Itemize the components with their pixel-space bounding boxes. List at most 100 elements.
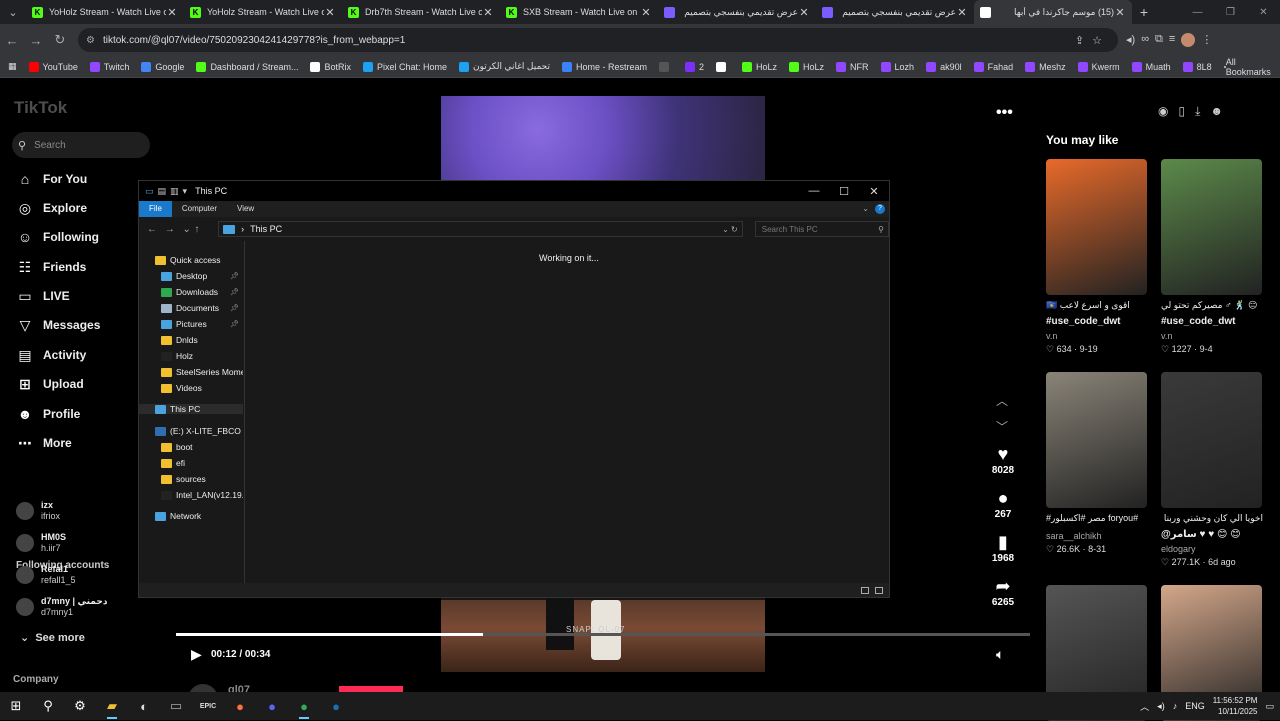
nav-item-for-you[interactable]: ⌂ For You xyxy=(16,170,87,188)
refresh-icon[interactable]: ⌄ ↻ xyxy=(722,225,742,234)
tab-close-icon[interactable]: ✕ xyxy=(956,6,968,19)
bookmark-button[interactable]: ▮ 1968 xyxy=(986,532,1020,564)
bookmark-item[interactable]: Fahad xyxy=(973,61,1013,72)
bookmark-item[interactable]: ak90l xyxy=(926,61,962,72)
help-icon[interactable]: ? xyxy=(875,204,885,214)
tab-close-icon[interactable]: ✕ xyxy=(482,6,494,19)
bookmark-item[interactable]: Kwerm xyxy=(1077,61,1120,72)
profile-icon[interactable]: ☻ xyxy=(1210,104,1223,119)
nav-pane-item[interactable]: Dnlds xyxy=(139,335,243,345)
url-bar[interactable]: ⚙ tiktok.com/@ql07/video/750209230424142… xyxy=(78,28,1118,52)
recommended-video[interactable]: اقوى و اسرع لاعب 🇽🇰 #use_code_dwt v.n ♡ 634… xyxy=(1046,159,1148,355)
bookmark-item[interactable]: Dashboard / Stream... xyxy=(196,61,298,72)
chevron-up-icon[interactable]: ︿ xyxy=(1140,700,1149,713)
settings-icon[interactable]: ⚙ xyxy=(64,692,96,720)
nav-pane-item[interactable]: efi xyxy=(139,458,243,468)
tab-close-icon[interactable]: ✕ xyxy=(324,6,336,19)
start-icon[interactable]: ⊞ xyxy=(0,692,32,720)
play-icon[interactable]: ▶ xyxy=(191,646,202,663)
details-view-icon[interactable] xyxy=(861,586,869,594)
device-icon[interactable]: ▯ xyxy=(1178,104,1185,119)
tab-close-icon[interactable]: ✕ xyxy=(798,6,810,19)
bookmark-item[interactable]: Home - Restream xyxy=(561,61,647,72)
nav-item-upload[interactable]: ⊞ Upload xyxy=(16,375,84,393)
nav-pane-item[interactable]: This PC xyxy=(139,404,243,414)
video-thumbnail[interactable] xyxy=(1046,372,1147,508)
extension-icon[interactable]: ∞ xyxy=(1141,33,1149,47)
video-thumbnail[interactable] xyxy=(1161,372,1262,508)
microphone-icon[interactable]: ♪ xyxy=(1173,701,1178,711)
bookmark-item[interactable] xyxy=(659,61,673,72)
nav-item-activity[interactable]: ▤ Activity xyxy=(16,346,86,364)
video-thumbnail[interactable] xyxy=(1161,159,1262,295)
nav-item-explore[interactable]: ◎ Explore xyxy=(16,199,87,217)
nav-item-messages[interactable]: ▽ Messages xyxy=(16,316,101,334)
explorer-path-box[interactable]: › This PC ⌄ ↻ xyxy=(218,221,743,237)
app-k-icon[interactable]: ◐ xyxy=(128,692,160,720)
recent-locations-icon[interactable]: ⌄ xyxy=(183,224,195,235)
nav-pane-item[interactable]: Documents 📌︎ xyxy=(139,303,243,313)
comment-button[interactable]: ● 267 xyxy=(986,488,1020,520)
video-thumbnail[interactable] xyxy=(1046,159,1147,295)
download-icon[interactable]: ⤓ xyxy=(1195,104,1200,119)
explorer-search-input[interactable]: Search This PC ⚲ xyxy=(754,221,889,237)
media-icon[interactable]: ◂) xyxy=(1126,33,1135,47)
profile-avatar[interactable] xyxy=(1181,33,1196,47)
app-box-icon[interactable]: ▭ xyxy=(160,692,192,720)
volume-icon[interactable]: 🔈︎ xyxy=(996,646,1004,663)
close-icon[interactable]: ✕ xyxy=(859,185,889,198)
site-info-icon[interactable]: ⚙ xyxy=(86,35,95,46)
share-button[interactable]: ➦ 6265 xyxy=(986,576,1020,608)
menu-icon[interactable]: ⋮ xyxy=(1201,33,1212,47)
bookmark-item[interactable]: 8L8 xyxy=(1182,61,1212,72)
nav-pane-item[interactable]: boot xyxy=(139,442,243,452)
nav-pane-item[interactable]: (E:) X-LITE_FBCO xyxy=(139,426,243,436)
see-more-button[interactable]: ⌄ See more xyxy=(20,631,85,644)
new-tab-button[interactable]: + xyxy=(1132,4,1156,20)
browser-tab[interactable]: عرض تقديمي بنفسجي بتصميم ✕ xyxy=(816,0,974,24)
bookmark-item[interactable]: YouTube xyxy=(28,61,78,72)
puzzle-icon[interactable]: ⧉ xyxy=(1155,33,1163,47)
bookmark-item[interactable]: Meshz xyxy=(1025,61,1066,72)
browser-tab[interactable]: K YoHolz Stream - Watch Live on Kick✕ xyxy=(184,0,342,24)
close-icon[interactable]: ✕ xyxy=(1247,7,1280,18)
large-icons-view-icon[interactable] xyxy=(875,586,883,594)
previous-video-icon[interactable]: ︿ xyxy=(996,392,1008,409)
nav-pane-item[interactable]: Desktop 📌︎ xyxy=(139,271,243,281)
speaker-icon[interactable]: ◂) xyxy=(1157,701,1165,712)
nav-pane-item[interactable]: Network xyxy=(139,511,243,521)
clock[interactable]: 11:56:52 PM 10/11/2025 xyxy=(1213,695,1258,717)
nav-item-friends[interactable]: ☷ Friends xyxy=(16,258,87,276)
recommended-video[interactable]: اخويا الي كان وحشني وربنا ... @سامر ♥ ♥ 😊… xyxy=(1161,372,1263,568)
nav-pane-item[interactable]: SteelSeries Moments xyxy=(139,367,243,377)
up-icon[interactable]: ↑ xyxy=(194,224,212,235)
search-input[interactable]: ⚲ Search xyxy=(12,132,150,158)
nav-pane-item[interactable]: Pictures 📌︎ xyxy=(139,319,243,329)
discord-icon[interactable]: ● xyxy=(256,692,288,720)
nav-item-more[interactable]: ⋯ More xyxy=(16,434,72,452)
new-folder-icon[interactable]: ▥ xyxy=(170,186,179,197)
tab-close-icon[interactable]: ✕ xyxy=(1114,6,1126,19)
all-bookmarks-button[interactable]: All Bookmarks xyxy=(1223,57,1272,77)
ribbon-tab-file[interactable]: File xyxy=(139,201,172,217)
bookmark-item[interactable]: Google xyxy=(141,61,184,72)
following-account[interactable]: izx ifriox xyxy=(16,500,60,522)
bookmark-item[interactable]: HoLz xyxy=(742,61,777,72)
video-progress-bar[interactable] xyxy=(176,633,1030,636)
properties-icon[interactable]: ▤ xyxy=(158,186,167,197)
reload-icon[interactable]: ↻ xyxy=(48,32,72,48)
like-button[interactable]: ♥ 8028 xyxy=(986,444,1020,476)
customize-icon[interactable]: ▾ xyxy=(183,186,188,197)
firefox-icon[interactable]: ● xyxy=(224,692,256,720)
tab-list-icon[interactable]: ≡ xyxy=(1169,33,1175,47)
content-pane[interactable]: Working on it... xyxy=(245,241,889,583)
url-action-icons[interactable]: ⇪☆ xyxy=(1075,34,1110,47)
steam-icon[interactable]: ● xyxy=(320,692,352,720)
bookmark-item[interactable]: NFR xyxy=(836,61,869,72)
recommended-video[interactable]: #foryou مصر #اكسبلور# sara__alchikh ♡ 26.6… xyxy=(1046,372,1148,555)
coin-icon[interactable]: ◉ xyxy=(1158,104,1168,119)
nav-pane-item[interactable]: Holz xyxy=(139,351,243,361)
bookmark-item[interactable]: تحميل اغاني الكرتون xyxy=(459,61,550,72)
browser-tab[interactable]: K Drb7th Stream - Watch Live on Kick✕ xyxy=(342,0,500,24)
more-options-icon[interactable]: ••• xyxy=(996,104,1013,122)
